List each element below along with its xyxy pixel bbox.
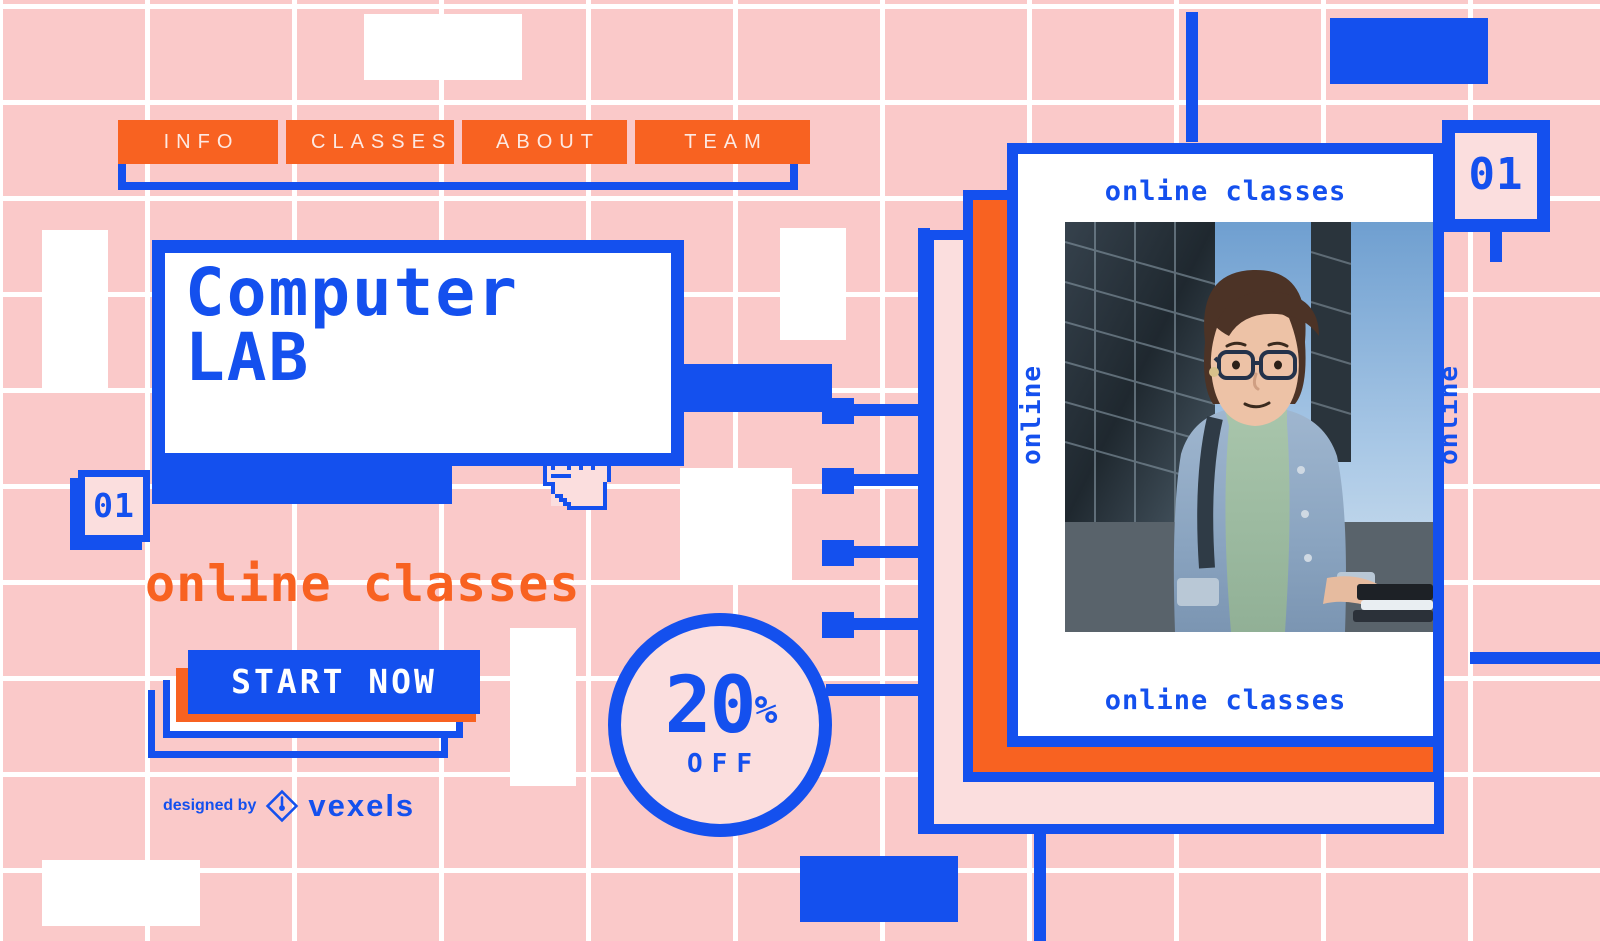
discount-amount: 20 % bbox=[664, 661, 778, 752]
circuit-trace-5 bbox=[826, 684, 924, 696]
dot-cluster-mid-left bbox=[42, 230, 108, 388]
hero-number-badge: 01 bbox=[70, 470, 150, 550]
hero-title-group: Computer LAB bbox=[152, 240, 832, 504]
circuit-trace-right-mid bbox=[1470, 652, 1600, 664]
showcase-caption-top: online classes bbox=[1104, 176, 1347, 207]
discount-badge: 20 % OFF bbox=[608, 613, 832, 837]
nav-item-team[interactable]: TEAM bbox=[635, 120, 810, 164]
start-now-button[interactable]: START NOW bbox=[188, 650, 480, 714]
dot-cluster-top-right bbox=[1330, 18, 1488, 84]
credit-prefix: designed by bbox=[163, 797, 257, 814]
circuit-trace-right-top bbox=[1186, 12, 1198, 142]
dot-cluster-bottom-center bbox=[800, 856, 958, 922]
discount-percent-sign: % bbox=[754, 688, 778, 733]
showcase-side-label-right: online bbox=[1434, 365, 1464, 465]
dot-cluster-bottom-left bbox=[42, 860, 200, 926]
dot-cluster-lower-center bbox=[510, 628, 576, 786]
photo-illustration bbox=[1065, 222, 1433, 632]
discount-number: 20 bbox=[664, 661, 757, 752]
showcase-badge-number: 01 bbox=[1468, 149, 1524, 200]
circuit-trace-1 bbox=[846, 404, 924, 416]
title-line-1: Computer bbox=[185, 254, 519, 331]
poster-canvas: INFO CLASSES ABOUT TEAM Computer LAB 01 … bbox=[0, 0, 1600, 941]
showcase-caption-bottom: online classes bbox=[1104, 685, 1347, 716]
dot-cluster-upper-center bbox=[780, 228, 846, 340]
credit-brand: vexels bbox=[308, 788, 416, 823]
designed-by-credit: designed by vexels bbox=[163, 788, 415, 824]
dot-cluster-center bbox=[680, 468, 792, 580]
dot-cluster-top-left bbox=[364, 14, 522, 80]
main-navigation: INFO CLASSES ABOUT TEAM bbox=[118, 120, 810, 190]
circuit-trace-3 bbox=[846, 546, 924, 558]
vexels-diamond-icon bbox=[266, 789, 299, 823]
showcase-number-badge: 01 bbox=[1442, 120, 1550, 232]
page-title-text: Computer LAB bbox=[185, 254, 519, 396]
discount-off-label: OFF bbox=[687, 748, 761, 779]
nav-item-info[interactable]: INFO bbox=[118, 120, 278, 164]
nav-item-about[interactable]: ABOUT bbox=[462, 120, 627, 164]
circuit-trace-2 bbox=[846, 474, 924, 486]
circuit-trace-4 bbox=[846, 618, 924, 630]
title-line-2: LAB bbox=[185, 318, 311, 396]
nav-item-classes[interactable]: CLASSES bbox=[286, 120, 454, 164]
cta-group: START NOW bbox=[148, 650, 488, 770]
badge-number: 01 bbox=[93, 486, 135, 525]
showcase-card: online classes online classes bbox=[1007, 143, 1444, 747]
page-title: Computer LAB bbox=[152, 240, 684, 466]
badge-face: 01 bbox=[78, 470, 150, 542]
showcase-photo bbox=[1065, 222, 1433, 632]
circuit-trace-bottom-stem bbox=[1034, 828, 1046, 941]
hero-subtitle: online classes bbox=[145, 555, 581, 613]
showcase-side-label-left: online bbox=[1017, 365, 1047, 465]
